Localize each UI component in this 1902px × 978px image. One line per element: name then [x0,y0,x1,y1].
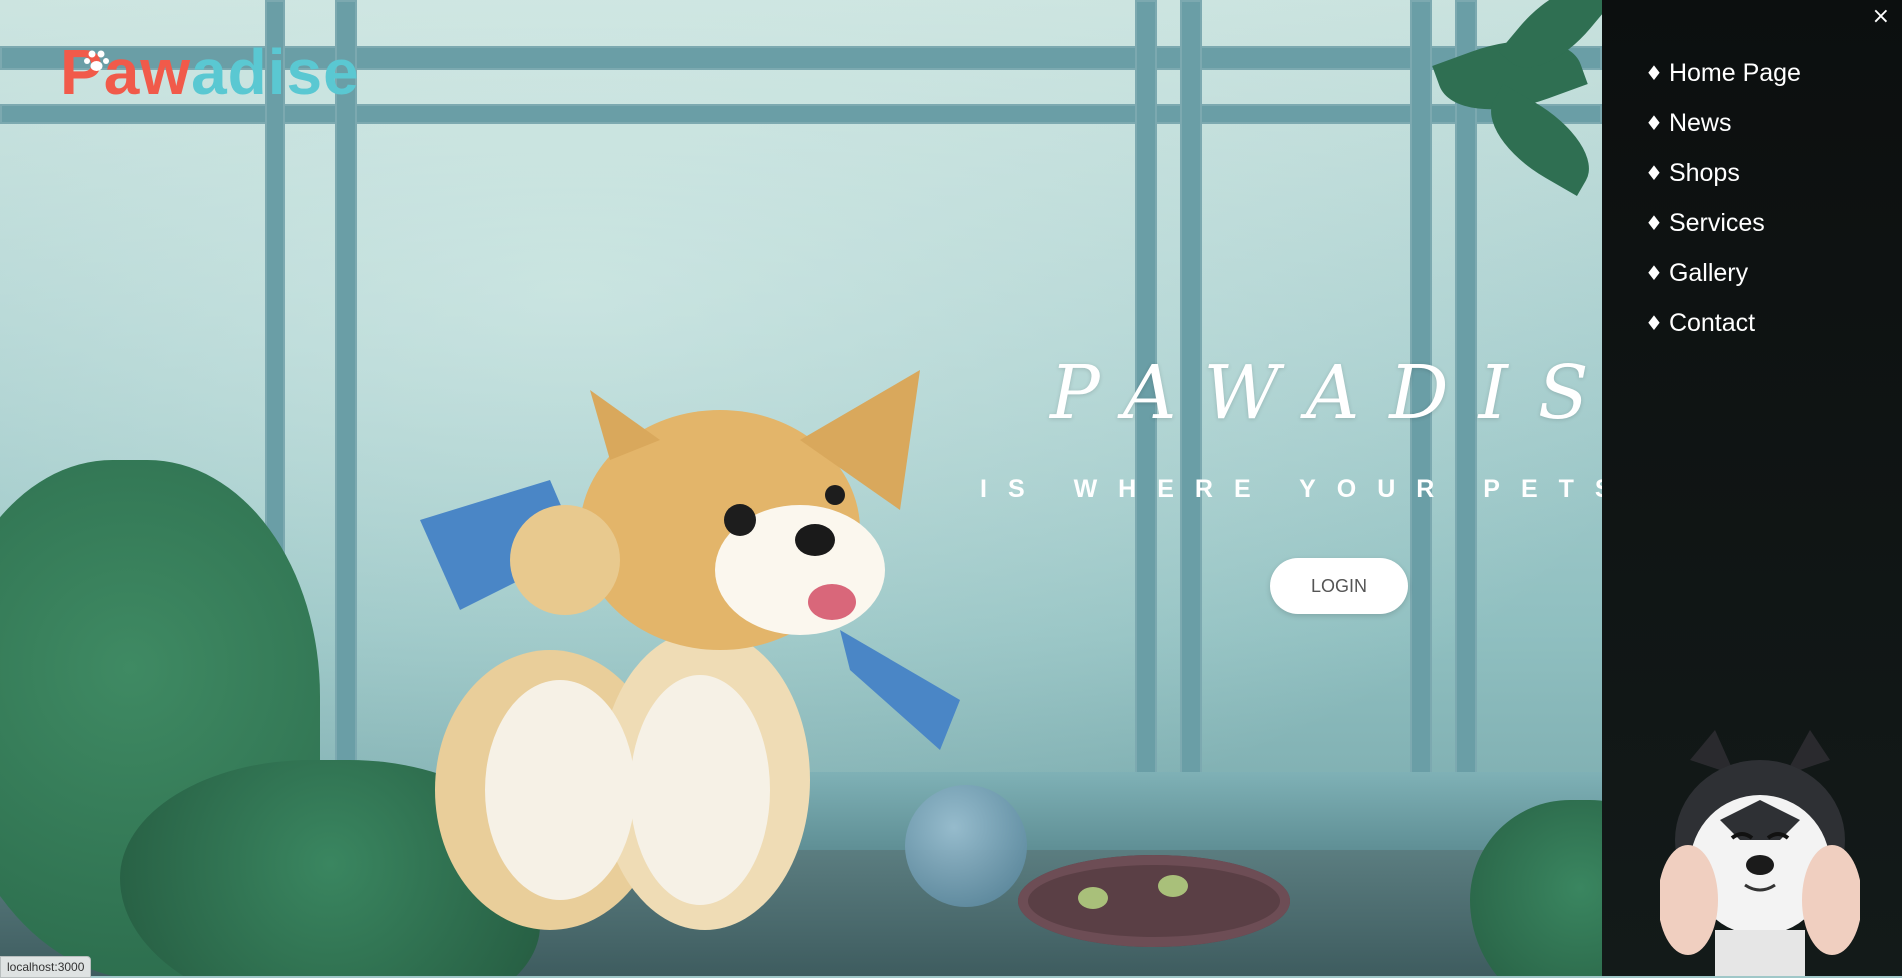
menu-item-label: Services [1668,208,1765,237]
browser-status-url: localhost:3000 [0,956,92,978]
menu-item-label: Contact [1668,308,1756,337]
menu-item-gallery[interactable]: ♦ Gallery [1645,248,1801,298]
login-button[interactable]: LOGIN [1270,558,1408,614]
menu-item-label: Home Page [1668,58,1801,87]
corgi-eye-left [724,504,756,536]
diamond-bullet-icon: ♦ [1645,261,1663,285]
menu-item-news[interactable]: ♦ News [1645,98,1801,148]
toy-ball [905,785,1027,907]
menu-item-shops[interactable]: ♦ Shops [1645,148,1801,198]
corgi-fluff-left [485,680,635,900]
corgi-tongue [808,584,856,620]
logo-text-red: Paw [60,36,192,108]
corgi-eye-right [825,485,845,505]
menu-item-label: News [1668,108,1732,137]
corgi-fluff-right [630,675,770,905]
window-frame-mullion-2 [335,0,357,790]
menu-item-services[interactable]: ♦ Services [1645,198,1801,248]
diamond-bullet-icon: ♦ [1645,311,1663,335]
food-bowl [1018,855,1290,947]
husky-illustration [1660,730,1860,976]
diamond-bullet-icon: ♦ [1645,161,1663,185]
paw-icon [84,50,109,71]
bandana-right [840,630,960,750]
brand-logo[interactable]: Pawadise [60,40,360,104]
menu-item-label: Shops [1668,158,1740,187]
corgi-tail [510,505,620,615]
paw-print-icon [1078,887,1108,909]
logo-text-teal: adise [191,36,360,108]
diamond-bullet-icon: ♦ [1645,211,1663,235]
diamond-bullet-icon: ♦ [1645,61,1663,85]
corgi-illustration [420,370,960,930]
menu-item-contact[interactable]: ♦ Contact [1645,298,1801,348]
menu-item-label: Gallery [1668,258,1749,287]
diamond-bullet-icon: ♦ [1645,111,1663,135]
menu-item-home-page[interactable]: ♦ Home Page [1645,48,1801,98]
corgi-nose [795,524,835,556]
close-icon[interactable]: × [1872,6,1890,28]
paw-print-icon [1158,875,1188,897]
side-menu-list: ♦ Home Page ♦ News ♦ Shops ♦ Services ♦ Galle… [1645,48,1801,348]
